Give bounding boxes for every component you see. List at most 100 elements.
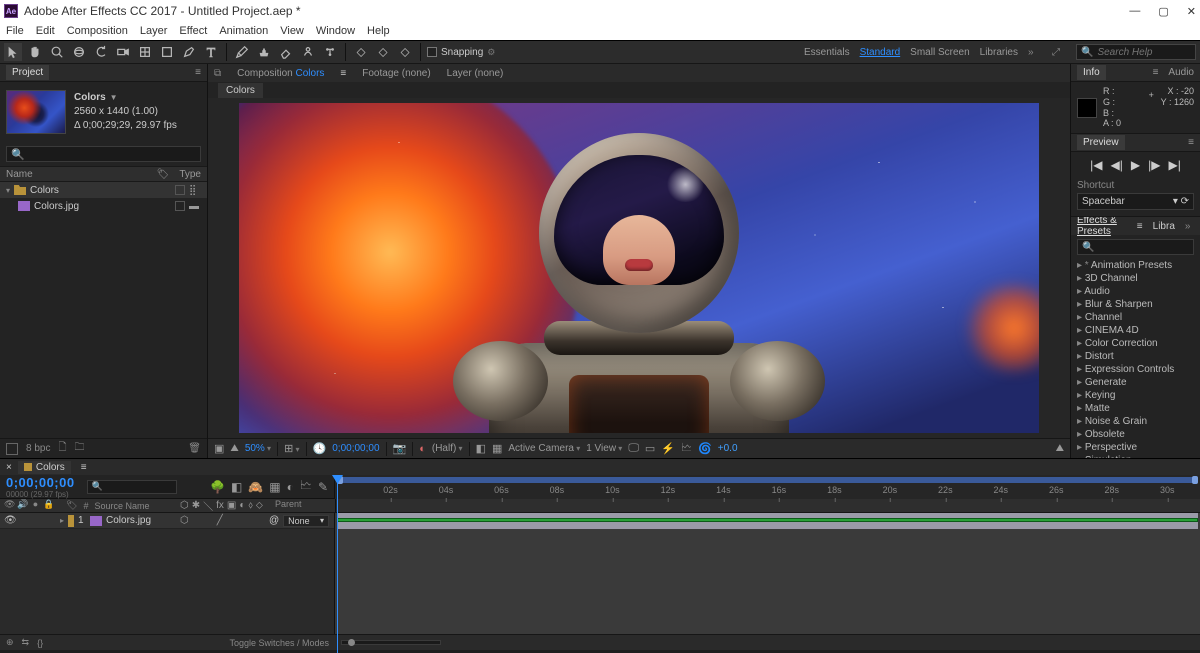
motion-blur-icon[interactable]: ◐: [287, 480, 294, 494]
col-label-icon[interactable]: 🏷: [157, 169, 170, 180]
eraser-tool[interactable]: [277, 43, 295, 61]
audio-col-icon[interactable]: 🔊: [17, 499, 28, 512]
col-name[interactable]: Name: [6, 169, 33, 180]
resolution-select[interactable]: (Half): [432, 443, 463, 454]
menu-animation[interactable]: Animation: [219, 25, 268, 37]
parent-col[interactable]: Parent: [275, 499, 335, 512]
project-item-image[interactable]: Colors.jpg ▬: [0, 198, 207, 214]
minimize-button[interactable]: —: [1129, 5, 1140, 17]
shy-switch[interactable]: ⬡: [180, 515, 189, 526]
channel-icon[interactable]: ◐: [419, 443, 426, 455]
comp-thumbnail[interactable]: [6, 90, 66, 134]
bpc-toggle[interactable]: 8 bpc: [26, 443, 50, 454]
interpret-footage-icon[interactable]: [6, 443, 18, 455]
pen-tool[interactable]: [180, 43, 198, 61]
mount-icon[interactable]: ⛰: [1056, 443, 1064, 454]
roto-brush-tool[interactable]: [299, 43, 317, 61]
effects-category[interactable]: Obsolete: [1071, 428, 1200, 441]
panel-menu-icon[interactable]: ≡: [195, 67, 201, 78]
brainstorm-icon[interactable]: ✎: [318, 480, 328, 494]
comp-flowchart-icon[interactable]: 🌀: [698, 442, 712, 455]
snapping-options-icon[interactable]: ⚙: [487, 47, 495, 58]
zoom-level[interactable]: 50%: [245, 443, 271, 454]
viewer-timecode[interactable]: 0;00;00;00: [332, 443, 379, 454]
project-search-input[interactable]: [29, 149, 196, 160]
hand-tool[interactable]: [26, 43, 44, 61]
frame-blend-icon[interactable]: ▦: [269, 480, 280, 494]
menu-view[interactable]: View: [280, 25, 304, 37]
label-swatch[interactable]: [175, 201, 185, 211]
menu-help[interactable]: Help: [367, 25, 390, 37]
video-toggle[interactable]: 👁: [4, 515, 15, 526]
overflow-icon[interactable]: »: [1185, 221, 1194, 232]
effects-category[interactable]: Distort: [1071, 350, 1200, 363]
menu-window[interactable]: Window: [316, 25, 355, 37]
time-ruler[interactable]: 02s04s06s08s10s12s14s16s18s20s22s24s26s2…: [335, 475, 1200, 499]
menu-file[interactable]: File: [6, 25, 24, 37]
time-navigator[interactable]: [341, 640, 441, 645]
effects-category[interactable]: Matte: [1071, 402, 1200, 415]
effects-search-input[interactable]: [1098, 242, 1189, 253]
panel-menu-icon[interactable]: ≡: [1153, 67, 1159, 78]
flowchart-icon[interactable]: ⧉: [214, 68, 221, 79]
label-swatch[interactable]: [175, 185, 185, 195]
workspace-essentials[interactable]: Essentials: [804, 47, 850, 58]
menu-layer[interactable]: Layer: [140, 25, 168, 37]
menu-effect[interactable]: Effect: [179, 25, 207, 37]
workspace-libraries[interactable]: Libraries: [980, 47, 1018, 58]
project-item-folder[interactable]: ▾ Colors ⣿: [0, 182, 207, 198]
panel-menu-icon[interactable]: ≡: [81, 462, 87, 473]
resolution-icon[interactable]: ⊞: [284, 442, 299, 455]
effects-presets-tab[interactable]: Effects & Presets: [1077, 217, 1127, 237]
prev-frame-button[interactable]: ◀|: [1111, 158, 1123, 172]
toggle-switches-modes[interactable]: Toggle Switches / Modes: [229, 638, 329, 648]
work-area-end-handle[interactable]: [1192, 476, 1198, 484]
menu-edit[interactable]: Edit: [36, 25, 55, 37]
source-name-col[interactable]: Source Name: [94, 501, 149, 511]
preview-tab[interactable]: Preview: [1077, 135, 1125, 150]
effects-category[interactable]: Audio: [1071, 285, 1200, 298]
workspace-standard[interactable]: Standard: [860, 47, 901, 58]
effects-category[interactable]: Expression Controls: [1071, 363, 1200, 376]
video-col-icon[interactable]: 👁: [4, 499, 15, 512]
puppet-tool[interactable]: [321, 43, 339, 61]
col-type[interactable]: Type: [179, 169, 201, 180]
effects-category[interactable]: Generate: [1071, 376, 1200, 389]
layer-tab[interactable]: Layer (none): [447, 68, 504, 79]
mount-icon[interactable]: ⛰: [230, 443, 238, 454]
rotation-tool[interactable]: [92, 43, 110, 61]
roi-icon[interactable]: ◧: [476, 442, 486, 455]
exposure-value[interactable]: +0.0: [718, 443, 738, 454]
quality-switch[interactable]: ╱: [217, 515, 223, 526]
flowchart-arrow-icon[interactable]: ▼: [110, 92, 118, 103]
trash-icon[interactable]: 🗑: [188, 443, 201, 454]
brackets-icon[interactable]: {}: [37, 638, 43, 648]
fast-previews-icon[interactable]: ⚡: [661, 442, 675, 455]
active-camera-select[interactable]: Active Camera: [508, 443, 580, 454]
hide-shy-icon[interactable]: 🙈: [248, 480, 263, 494]
local-axis-icon[interactable]: ⬦: [352, 43, 370, 61]
layer-in-out-bar[interactable]: [337, 518, 1198, 522]
always-preview-icon[interactable]: ▣: [214, 442, 224, 455]
effects-category[interactable]: Color Correction: [1071, 337, 1200, 350]
comp-mini-flowchart-icon[interactable]: 🌳: [210, 480, 225, 494]
menu-composition[interactable]: Composition: [67, 25, 128, 37]
comp-tab-menu-icon[interactable]: ≡: [340, 68, 346, 79]
selection-tool[interactable]: [4, 43, 22, 61]
timeline-track-area[interactable]: [335, 513, 1200, 634]
libraries-tab[interactable]: Libra: [1153, 221, 1175, 232]
layer-row[interactable]: 👁 ▸ 1 Colors.jpg ⬡ ╱ @ N: [0, 513, 334, 529]
workspace-overflow-icon[interactable]: »: [1028, 47, 1042, 58]
close-button[interactable]: ✕: [1187, 5, 1196, 18]
timeline-comp-tab[interactable]: Colors: [18, 461, 71, 474]
timeline-search-input[interactable]: [103, 482, 172, 492]
pan-behind-tool[interactable]: [136, 43, 154, 61]
effects-category[interactable]: Channel: [1071, 311, 1200, 324]
shy-switch-icon[interactable]: ⬡: [180, 500, 189, 511]
brush-tool[interactable]: [233, 43, 251, 61]
project-search[interactable]: 🔍: [6, 146, 201, 162]
transparency-grid-icon[interactable]: ▦: [492, 442, 502, 455]
effects-category[interactable]: Noise & Grain: [1071, 415, 1200, 428]
clone-stamp-tool[interactable]: [255, 43, 273, 61]
new-folder-icon[interactable]: 🗀: [75, 440, 85, 457]
